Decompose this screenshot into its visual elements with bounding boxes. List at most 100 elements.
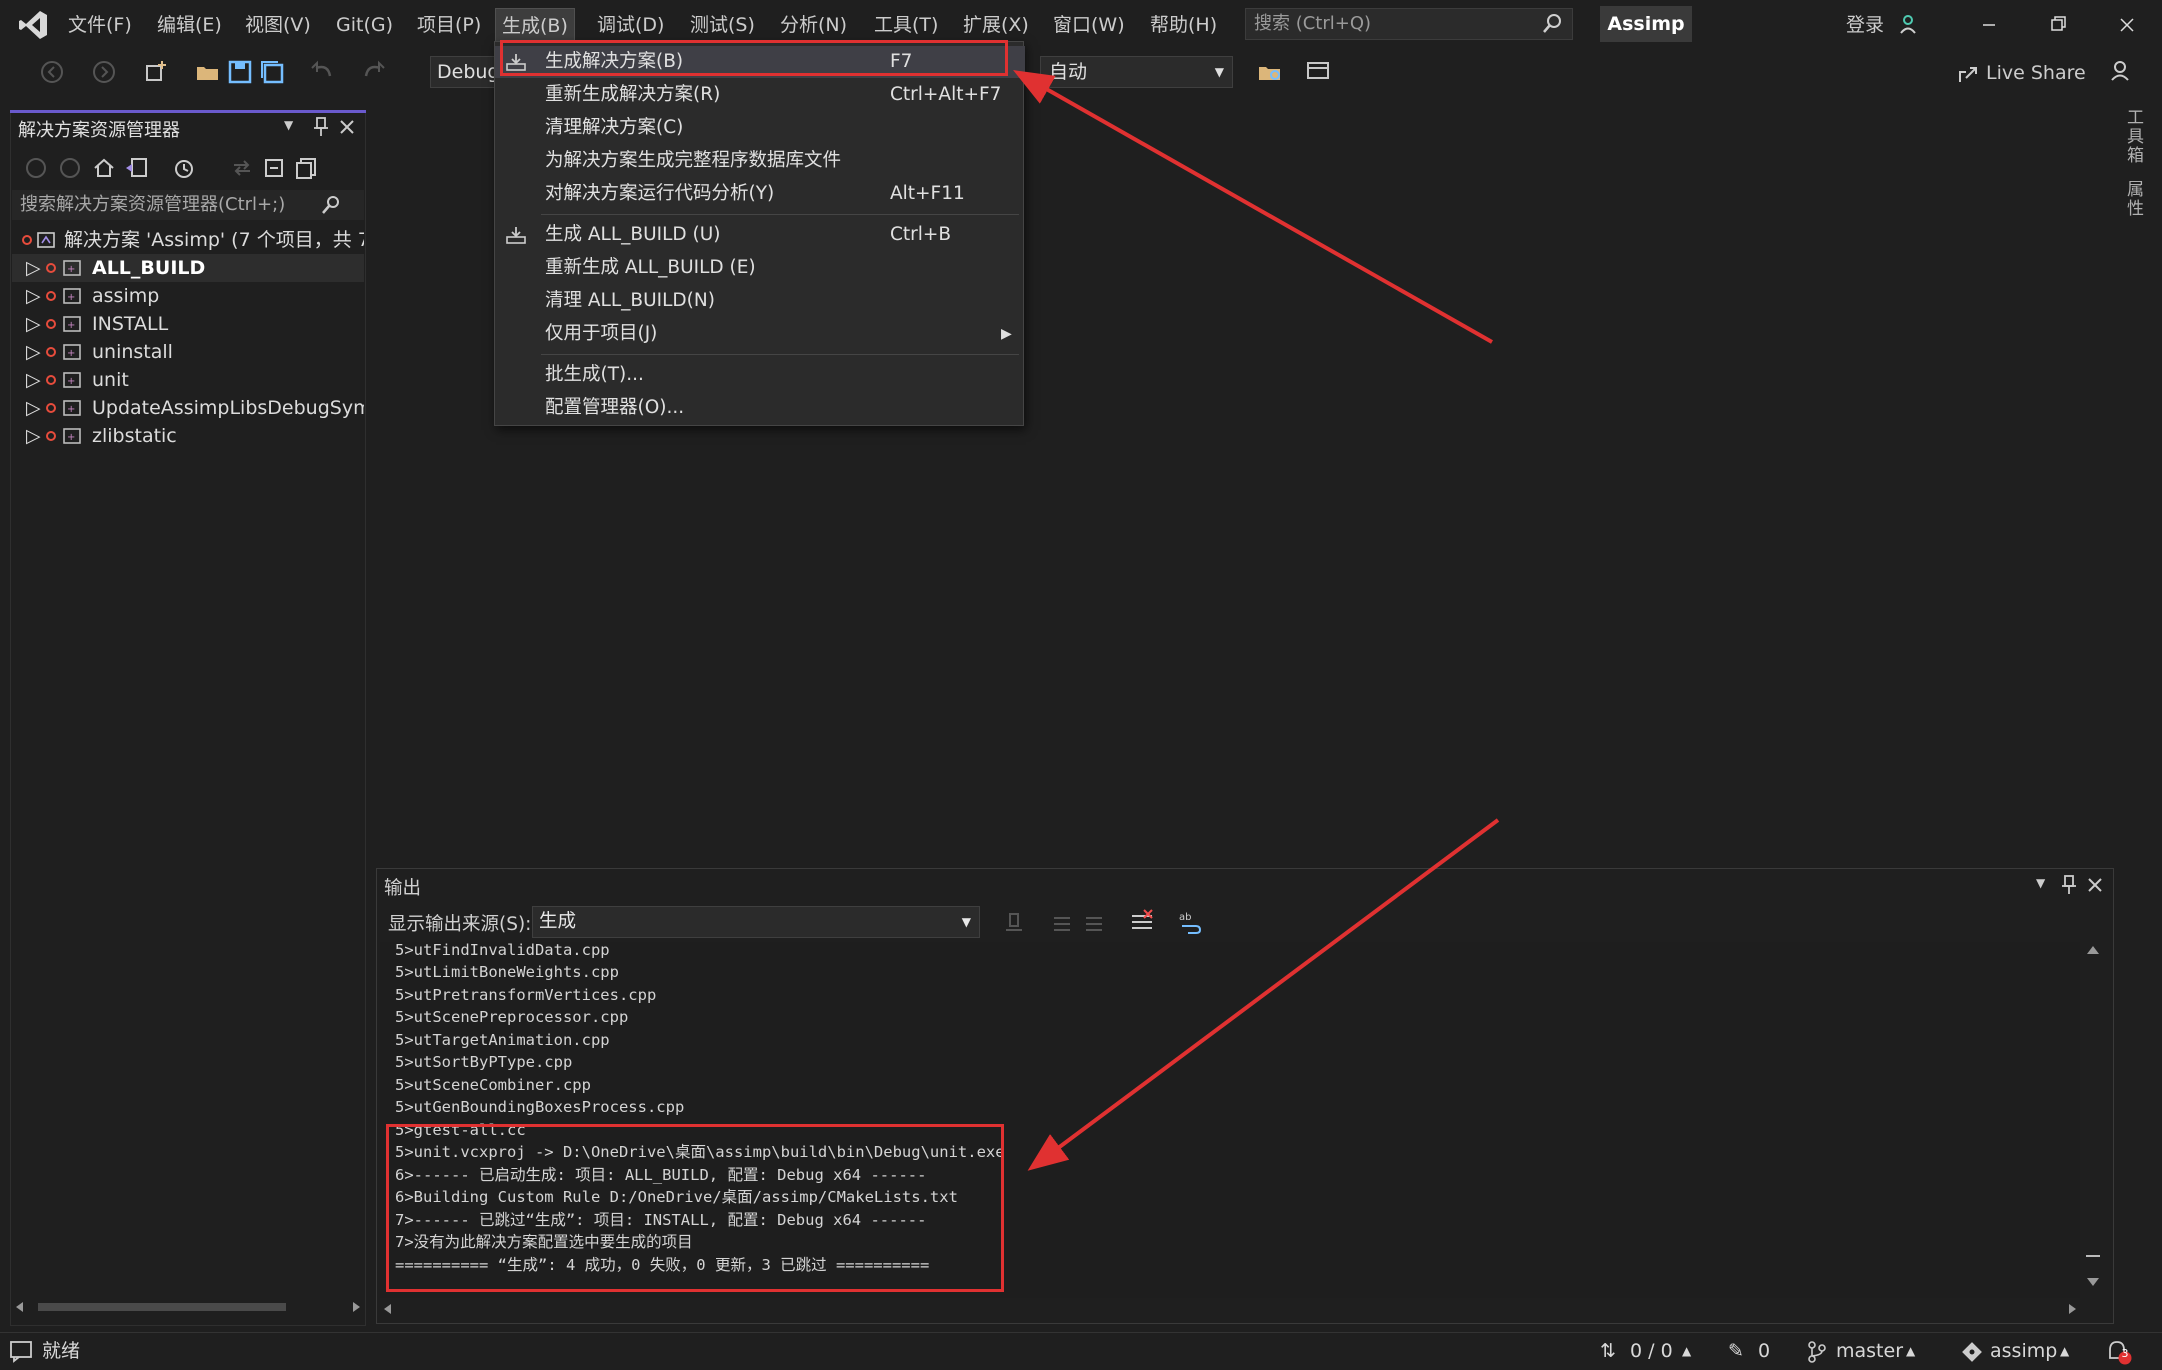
menu-test[interactable]: 测试(S)	[684, 8, 761, 42]
home-icon[interactable]	[92, 156, 116, 180]
next-message-icon[interactable]	[1080, 908, 1108, 936]
expand-chevron-icon[interactable]: ▷	[26, 254, 41, 282]
login-link[interactable]: 登录	[1846, 10, 1884, 40]
expand-chevron-icon[interactable]: ▷	[26, 282, 41, 310]
menu-view[interactable]: 视图(V)	[239, 8, 317, 42]
menu-git[interactable]: Git(G)	[330, 8, 399, 42]
navigate-forward-icon[interactable]	[90, 58, 118, 86]
expand-chevron-icon[interactable]: ▷	[26, 422, 41, 450]
forward-icon[interactable]	[58, 156, 82, 180]
expand-chevron-icon[interactable]: ▷	[26, 338, 41, 366]
sync-icon[interactable]	[230, 156, 254, 180]
close-panel-icon[interactable]	[338, 118, 356, 136]
configuration-dropdown[interactable]: Debug	[430, 56, 500, 88]
toolbox-tab[interactable]: 工具箱	[2120, 108, 2146, 165]
project-node-zlibstatic[interactable]: ▷ + zlibstatic	[12, 422, 364, 450]
menu-configuration-manager[interactable]: 配置管理器(O)...	[495, 392, 1025, 424]
menu-build-full-pdb[interactable]: 为解决方案生成完整程序数据库文件	[495, 145, 1025, 177]
restore-icon[interactable]	[2032, 8, 2082, 42]
layout-icon[interactable]	[1304, 58, 1332, 86]
solution-root-node[interactable]: 解决方案 'Assimp' (7 个项目，共 7 个	[12, 226, 364, 254]
menu-edit[interactable]: 编辑(E)	[151, 8, 228, 42]
switch-views-icon[interactable]	[124, 156, 150, 180]
navigate-back-icon[interactable]	[38, 58, 66, 86]
expand-chevron-icon[interactable]: ▷	[26, 310, 41, 338]
vertical-scrollbar[interactable]	[2082, 942, 2104, 1298]
share-icon[interactable]	[1956, 62, 1980, 86]
window-position-dropdown-icon[interactable]: ▼	[284, 118, 293, 132]
edits-count[interactable]: 0	[1758, 1336, 1770, 1366]
open-folder-icon[interactable]	[194, 58, 222, 86]
horizontal-scrollbar[interactable]	[380, 1298, 2080, 1320]
menu-build-all-build[interactable]: 生成 ALL_BUILD (U) Ctrl+B	[495, 219, 1025, 251]
show-all-files-icon[interactable]	[294, 156, 318, 180]
project-label: uninstall	[92, 341, 173, 363]
project-node-assimp[interactable]: ▷ + assimp	[12, 282, 364, 310]
project-node-uninstall[interactable]: ▷ + uninstall	[12, 338, 364, 366]
menu-file[interactable]: 文件(F)	[62, 8, 138, 42]
menu-extensions[interactable]: 扩展(X)	[957, 8, 1035, 42]
git-repository-button[interactable]: assimp	[1990, 1336, 2057, 1366]
find-message-icon[interactable]	[1000, 908, 1028, 936]
build-menu-dropdown: 生成解决方案(B) F7 重新生成解决方案(R) Ctrl+Alt+F7 清理解…	[494, 41, 1025, 426]
expand-chevron-icon[interactable]: ▷	[26, 366, 41, 394]
horizontal-scrollbar[interactable]	[12, 1296, 364, 1318]
git-branch-button[interactable]: master	[1836, 1336, 1903, 1366]
menu-batch-build[interactable]: 批生成(T)...	[495, 359, 1025, 391]
clear-all-icon[interactable]	[1128, 908, 1156, 936]
menu-tools[interactable]: 工具(T)	[868, 8, 944, 42]
back-icon[interactable]	[24, 156, 48, 180]
search-input[interactable]: 搜索 (Ctrl+Q)	[1245, 8, 1573, 40]
save-all-icon[interactable]	[258, 58, 286, 86]
menu-project-only[interactable]: 仅用于项目(J) ▶	[495, 318, 1025, 350]
submenu-arrow-icon: ▶	[1001, 326, 1012, 342]
collapse-all-icon[interactable]	[262, 156, 286, 180]
pin-icon[interactable]	[2060, 874, 2078, 896]
pending-changes-filter-icon[interactable]	[172, 156, 196, 180]
project-label: ALL_BUILD	[92, 257, 206, 279]
branch-icon	[1808, 1341, 1826, 1363]
debug-target-dropdown[interactable]: 自动 ▼	[1040, 56, 1233, 88]
cpp-project-icon: +	[63, 288, 81, 304]
output-line: 5>utPretransformVertices.cpp	[395, 986, 657, 1004]
new-project-icon[interactable]	[142, 58, 170, 86]
close-window-icon[interactable]	[2102, 8, 2152, 42]
menu-rebuild-solution[interactable]: 重新生成解决方案(R) Ctrl+Alt+F7	[495, 79, 1025, 111]
live-share-button[interactable]: Live Share	[1986, 58, 2086, 88]
pending-changes-count[interactable]: 0 / 0	[1630, 1336, 1673, 1366]
project-node-all-build[interactable]: ▷ + ALL_BUILD	[12, 254, 364, 282]
menu-clean-solution[interactable]: 清理解决方案(C)	[495, 112, 1025, 144]
menu-clean-all-build[interactable]: 清理 ALL_BUILD(N)	[495, 285, 1025, 317]
expand-chevron-icon[interactable]: ▷	[26, 394, 41, 422]
minimize-icon[interactable]	[1964, 8, 2014, 42]
account-pin-icon[interactable]	[1896, 12, 1920, 36]
output-source-dropdown[interactable]: 生成 ▼	[532, 906, 980, 938]
solution-explorer-search-input[interactable]: 搜索解决方案资源管理器(Ctrl+;)	[12, 190, 364, 220]
word-wrap-icon[interactable]: ab	[1176, 908, 1204, 936]
browse-folder-icon[interactable]	[1256, 58, 1284, 86]
feedback-icon[interactable]	[2108, 58, 2134, 84]
menu-rebuild-all-build[interactable]: 重新生成 ALL_BUILD (E)	[495, 252, 1025, 284]
menu-project[interactable]: 项目(P)	[411, 8, 487, 42]
menu-debug[interactable]: 调试(D)	[591, 8, 670, 42]
search-icon[interactable]	[1540, 12, 1564, 36]
menu-run-code-analysis[interactable]: 对解决方案运行代码分析(Y) Alt+F11	[495, 178, 1025, 210]
previous-message-icon[interactable]	[1048, 908, 1076, 936]
menu-help[interactable]: 帮助(H)	[1144, 8, 1223, 42]
menu-build[interactable]: 生成(B)	[495, 8, 575, 42]
menu-analyze[interactable]: 分析(N)	[774, 8, 853, 42]
save-icon[interactable]	[226, 58, 254, 86]
redo-icon[interactable]	[360, 58, 388, 86]
pin-icon[interactable]	[312, 116, 330, 138]
properties-tab[interactable]: 属性	[2120, 180, 2146, 218]
project-node-unit[interactable]: ▷ + unit	[12, 366, 364, 394]
undo-icon[interactable]	[308, 58, 336, 86]
window-position-dropdown-icon[interactable]: ▼	[2036, 876, 2045, 890]
search-icon[interactable]	[320, 194, 342, 216]
output-status-icon[interactable]	[8, 1338, 34, 1364]
project-node-install[interactable]: ▷ + INSTALL	[12, 310, 364, 338]
menu-item-shortcut: Ctrl+Alt+F7	[890, 84, 1002, 105]
close-panel-icon[interactable]	[2086, 876, 2104, 894]
project-node-update-assimp-libs[interactable]: ▷ + UpdateAssimpLibsDebugSymbolsAndDLLs	[12, 394, 364, 422]
menu-window[interactable]: 窗口(W)	[1047, 8, 1131, 42]
